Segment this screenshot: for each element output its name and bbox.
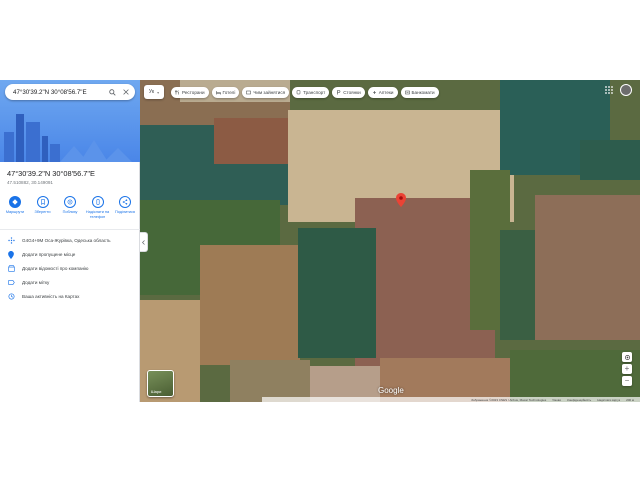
directions-icon bbox=[12, 199, 18, 205]
collapse-panel-button[interactable] bbox=[140, 232, 148, 252]
feedback-link[interactable]: Надіслати відгук bbox=[597, 398, 620, 402]
chip-atms[interactable]: Банкомати bbox=[400, 86, 439, 98]
close-icon[interactable] bbox=[121, 87, 131, 97]
nearby-button[interactable]: Поблизу bbox=[57, 196, 83, 219]
add-label-row[interactable]: Додати мітку bbox=[0, 275, 140, 289]
side-panel: 47°30'39.2"N 30°08'56.7"E 47°30'39.2"N 3… bbox=[0, 80, 140, 402]
hotel-icon bbox=[215, 90, 221, 94]
share-icon bbox=[122, 199, 128, 205]
add-business-row[interactable]: Додати відомості про компанію bbox=[0, 262, 140, 276]
things-to-do-icon bbox=[246, 90, 252, 94]
terms-link[interactable]: Умови bbox=[552, 398, 561, 402]
place-title: 47°30'39.2"N 30°08'56.7"E bbox=[7, 169, 95, 178]
zoom-out-button[interactable]: − bbox=[622, 376, 632, 386]
plus-code-icon bbox=[7, 237, 15, 245]
category-chips: Ук ▾ Ресторани Готелі Чим зайнятися Тран… bbox=[144, 85, 439, 99]
add-place-icon bbox=[8, 250, 14, 259]
nearby-icon bbox=[67, 199, 73, 205]
google-logo: Google bbox=[378, 386, 404, 395]
send-to-phone-button[interactable]: Надіслати на телефон bbox=[85, 196, 111, 219]
bookmark-icon bbox=[40, 199, 45, 205]
attribution-text: Зображення ©2023 CNES / Airbus, Maxar Te… bbox=[471, 397, 547, 402]
add-business-icon bbox=[7, 265, 15, 272]
my-location-button[interactable] bbox=[622, 352, 632, 362]
pharmacy-icon bbox=[372, 90, 376, 94]
maps-activity-row[interactable]: Ваша активність на Картах bbox=[0, 289, 140, 303]
chip-things-to-do[interactable]: Чим зайнятися bbox=[242, 86, 290, 98]
info-list: G4G4+9M Оса-Журівка, Одеська область Дод… bbox=[0, 234, 140, 303]
search-icon[interactable] bbox=[107, 87, 117, 97]
avatar[interactable] bbox=[620, 84, 632, 96]
chip-parking[interactable]: Стоянки bbox=[332, 86, 365, 98]
layers-button[interactable]: Шари bbox=[147, 370, 174, 397]
directions-button[interactable]: Маршрути bbox=[2, 196, 28, 219]
satellite-map[interactable] bbox=[140, 80, 640, 402]
parking-icon bbox=[337, 89, 341, 94]
restaurant-icon bbox=[175, 89, 179, 94]
search-box[interactable]: 47°30'39.2"N 30°08'56.7"E bbox=[5, 84, 135, 100]
chevron-down-icon: ▾ bbox=[157, 89, 160, 95]
chip-transit[interactable]: Транспорт bbox=[292, 86, 330, 98]
save-button[interactable]: Зберегти bbox=[30, 196, 56, 219]
map-footer: Зображення ©2023 CNES / Airbus, Maxar Te… bbox=[262, 397, 640, 402]
search-input[interactable]: 47°30'39.2"N 30°08'56.7"E bbox=[13, 89, 103, 96]
plus-code-row[interactable]: G4G4+9M Оса-Журівка, Одеська область bbox=[0, 234, 140, 248]
privacy-link[interactable]: Конфіденційність bbox=[567, 398, 591, 402]
add-missing-place-row[interactable]: Додати пропущене місце bbox=[0, 248, 140, 262]
transit-icon bbox=[296, 89, 301, 94]
chip-pharmacies[interactable]: Аптеки bbox=[367, 86, 398, 98]
decimal-coordinates: 47.510882, 30.149091 bbox=[7, 180, 53, 185]
divider bbox=[0, 229, 140, 230]
action-buttons: Маршрути Зберегти Поблизу Надіслати на т… bbox=[2, 196, 138, 219]
location-pin-icon bbox=[396, 193, 406, 207]
maps-app: Ук ▾ Ресторани Готелі Чим зайнятися Тран… bbox=[0, 80, 640, 402]
scale-label[interactable]: 200 м bbox=[626, 398, 634, 402]
minus-icon: − bbox=[624, 376, 630, 385]
plus-icon: + bbox=[624, 364, 630, 373]
share-button[interactable]: Поділитися bbox=[112, 196, 138, 219]
send-to-phone-icon bbox=[96, 199, 99, 205]
history-icon bbox=[8, 293, 14, 300]
language-button[interactable]: Ук ▾ bbox=[144, 85, 164, 99]
chip-restaurants[interactable]: Ресторани bbox=[171, 86, 209, 98]
my-location-icon bbox=[624, 354, 630, 360]
chevron-left-icon bbox=[142, 239, 145, 245]
map-controls: + − bbox=[622, 352, 634, 388]
label-icon bbox=[7, 279, 15, 285]
atm-icon bbox=[404, 90, 410, 94]
chip-hotels[interactable]: Готелі bbox=[211, 86, 240, 98]
layers-label: Шари bbox=[151, 389, 162, 394]
apps-grid-icon[interactable] bbox=[604, 85, 614, 95]
zoom-in-button[interactable]: + bbox=[622, 364, 632, 374]
